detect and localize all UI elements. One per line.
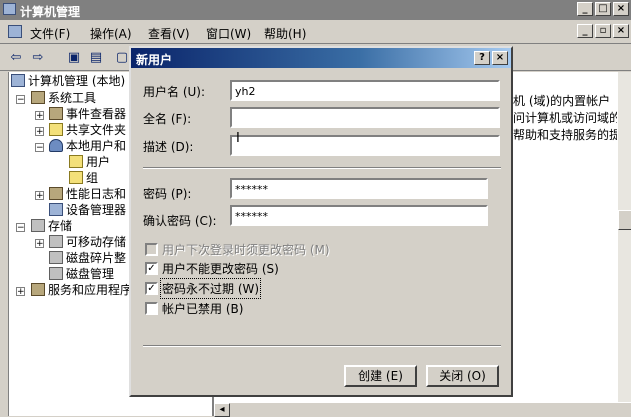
scroll-thumb[interactable]	[618, 210, 631, 230]
show-tree-icon[interactable]: ▤	[86, 48, 106, 68]
expand-performance-logs-icon[interactable]: +	[35, 191, 44, 201]
cannot-change-password-checkbox[interactable]: ✓	[145, 262, 158, 275]
window-title: 计算机管理	[20, 5, 81, 19]
menu-view[interactable]: 查看(V)	[148, 25, 190, 42]
tree-item-users[interactable]: 用户	[69, 154, 110, 170]
dialog-title-bar[interactable]: 新用户 ? ×	[131, 48, 511, 68]
computer-icon	[11, 74, 25, 87]
separator-1	[143, 167, 501, 169]
details-text-1: 机 (域)的内置帐户	[513, 94, 611, 108]
horizontal-scrollbar[interactable]: ◂	[214, 402, 631, 417]
tree-item-shared-folders[interactable]: 共享文件夹	[49, 122, 126, 138]
username-input[interactable]: yh2	[230, 80, 500, 101]
help-button[interactable]: ?	[474, 51, 490, 65]
cannot-change-password-label: 用户不能更改密码 (S)	[162, 262, 279, 276]
menu-file[interactable]: 文件(F)	[30, 25, 70, 42]
tree-item-local-users-groups[interactable]: 本地用户和	[49, 138, 126, 154]
tree-item-services-applications[interactable]: 服务和应用程序	[31, 282, 132, 298]
minimize-button[interactable]: _	[577, 2, 593, 16]
confirm-password-label: 确认密码 (C):	[143, 214, 217, 228]
password-never-expires-label: 密码永不过期 (W)	[159, 278, 262, 299]
tree-item-performance-logs[interactable]: 性能日志和	[49, 186, 126, 202]
performance-icon	[49, 187, 63, 200]
device-manager-icon	[49, 203, 63, 216]
computer-management-icon	[3, 3, 16, 15]
new-user-dialog: 新用户 ? × 用户名 (U): yh2 全名 (F): 描述 (D): I 密…	[129, 46, 513, 397]
storage-icon	[31, 219, 45, 232]
defrag-icon	[49, 251, 63, 264]
folder-icon	[69, 171, 83, 184]
up-folder-icon[interactable]: ▣	[64, 48, 84, 68]
expand-event-viewer-icon[interactable]: +	[35, 111, 44, 121]
description-label: 描述 (D):	[143, 140, 194, 154]
main-title-bar[interactable]: 计算机管理 _ □ ×	[0, 0, 631, 20]
disk-management-icon	[49, 267, 63, 280]
account-disabled-checkbox[interactable]	[145, 302, 158, 315]
must-change-password-checkbox[interactable]	[145, 243, 158, 256]
must-change-password-label: 用户下次登录时须更改密码 (M)	[162, 243, 330, 257]
expand-removable-storage-icon[interactable]: +	[35, 239, 44, 249]
open-folder-icon	[69, 155, 83, 168]
tree-item-system-tools[interactable]: 系统工具	[31, 90, 96, 106]
back-arrow-icon[interactable]: ⇦	[6, 48, 26, 68]
child-minimize-button[interactable]: _	[577, 24, 593, 38]
maximize-button[interactable]: □	[595, 2, 611, 16]
vertical-scrollbar[interactable]	[617, 72, 631, 402]
close-window-button[interactable]: ×	[613, 2, 629, 16]
password-never-expires-checkbox[interactable]: ✓	[145, 282, 158, 295]
tree-item-device-manager[interactable]: 设备管理器	[49, 202, 126, 218]
password-label: 密码 (P):	[143, 187, 192, 201]
menu-action[interactable]: 操作(A)	[90, 25, 132, 42]
close-button[interactable]: 关闭 (O)	[426, 365, 499, 387]
collapse-storage-icon[interactable]: −	[16, 223, 25, 233]
separator-2	[143, 345, 501, 347]
tree-item-event-viewer[interactable]: 事件查看器	[49, 106, 126, 122]
confirm-password-input[interactable]: ******	[230, 205, 488, 226]
system-tools-icon	[31, 91, 45, 104]
password-input[interactable]: ******	[230, 178, 488, 199]
text-cursor-icon: I	[236, 131, 240, 146]
services-icon	[31, 283, 45, 296]
tree-item-disk-defragmenter[interactable]: 磁盘碎片整	[49, 250, 126, 266]
account-disabled-label: 帐户已禁用 (B)	[162, 302, 244, 316]
tree-item-computer-management[interactable]: 计算机管理 (本地)	[11, 73, 125, 89]
tree-item-groups[interactable]: 组	[69, 170, 98, 186]
users-icon	[49, 139, 63, 152]
details-text-2: 问计算机或访问域的	[513, 111, 622, 125]
tree-item-removable-storage[interactable]: 可移动存储	[49, 234, 126, 250]
create-button[interactable]: 创建 (E)	[344, 365, 417, 387]
description-input[interactable]	[230, 135, 500, 156]
tree-item-storage[interactable]: 存储	[31, 218, 72, 234]
collapse-local-users-icon[interactable]: −	[35, 143, 44, 153]
dialog-close-button[interactable]: ×	[492, 51, 508, 65]
child-restore-button[interactable]: ▫	[595, 24, 611, 38]
expand-shared-folders-icon[interactable]: +	[35, 127, 44, 137]
username-label: 用户名 (U):	[143, 85, 206, 99]
fullname-label: 全名 (F):	[143, 112, 192, 126]
scroll-left-icon[interactable]: ◂	[214, 403, 230, 417]
dialog-title: 新用户	[136, 53, 173, 67]
details-text-3: 帮助和支持服务的提	[513, 128, 622, 142]
tree-item-disk-management[interactable]: 磁盘管理	[49, 266, 114, 282]
forward-arrow-icon[interactable]: ⇨	[28, 48, 48, 68]
fullname-input[interactable]	[230, 107, 500, 128]
collapse-system-tools-icon[interactable]: −	[16, 95, 25, 105]
event-viewer-icon	[49, 107, 63, 120]
mmc-menu-icon[interactable]	[8, 25, 22, 38]
menu-window[interactable]: 窗口(W)	[206, 25, 251, 42]
child-close-button[interactable]: ×	[613, 24, 629, 38]
menu-help[interactable]: 帮助(H)	[264, 25, 306, 42]
shared-folder-icon	[49, 123, 63, 136]
menu-bar: 文件(F) 操作(A) 查看(V) 窗口(W) 帮助(H) _ ▫ ×	[0, 20, 631, 44]
removable-storage-icon	[49, 235, 63, 248]
expand-services-icon[interactable]: +	[16, 287, 25, 297]
